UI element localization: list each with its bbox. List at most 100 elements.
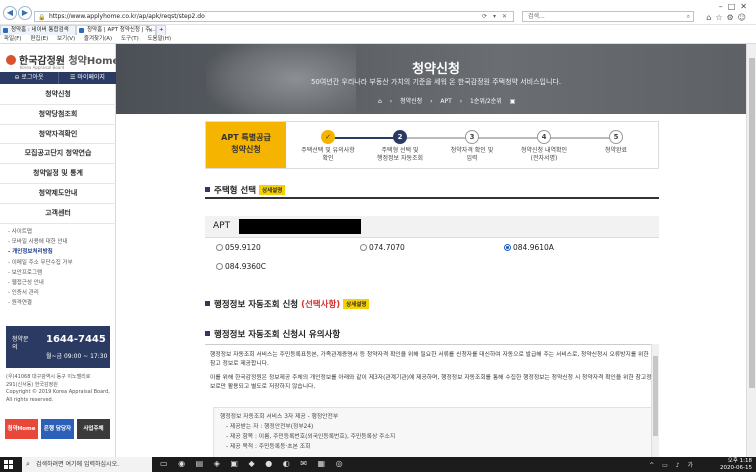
link-privacy[interactable]: - 개인정보처리방침 xyxy=(8,247,114,257)
breadcrumb-apt[interactable]: APT xyxy=(440,98,451,105)
link-accessibility[interactable]: - 웹접근성 안내 xyxy=(8,278,114,288)
refresh-icon[interactable]: ⟳ ▾ ✕ xyxy=(482,12,509,21)
breadcrumb-apply[interactable]: 청약신청 xyxy=(400,98,422,105)
cs-hours: 월~금 09:00 ~ 17:30 xyxy=(46,353,108,360)
system-tray-icons[interactable]: ^ ▭ ♪ 가 xyxy=(649,460,696,469)
housing-type-heading: 주택형 선택 상세설명 xyxy=(205,184,286,196)
notice-paragraph-2: 이를 위해 한국감정원은 정보제공 주체의 개인정보를 아래와 같이 제3자(관… xyxy=(210,375,652,390)
link-remote[interactable]: - 원격연결 xyxy=(8,298,114,308)
menu-edit[interactable]: 편집(E) xyxy=(30,36,48,42)
sidebar-item-support[interactable]: 고객센터 xyxy=(0,204,116,224)
notice-scroll-thumb[interactable] xyxy=(653,356,658,436)
footer-buttons: 청약Home 은행 담당자 사업주체 xyxy=(5,419,111,439)
lock-icon: 🔒 xyxy=(38,14,46,21)
step-3-dot: 3 xyxy=(465,130,479,144)
bullet-icon xyxy=(205,331,210,336)
housing-option-074[interactable]: 074.7070 xyxy=(360,243,405,252)
logo-mark-icon xyxy=(6,55,16,65)
window-controls[interactable]: –□✕ xyxy=(719,2,752,11)
business-button[interactable]: 사업주체 xyxy=(77,419,110,439)
menu-favorites[interactable]: 즐겨찾기(A) xyxy=(84,36,112,42)
link-certificate[interactable]: - 인증서 관리 xyxy=(8,288,114,298)
sidebar-menu: 청약신청 청약당첨조회 청약자격확인 모집공고단지 청약연습 청약일정 및 통계… xyxy=(0,85,116,224)
housing-option-084c[interactable]: 084.9360C xyxy=(216,262,266,271)
close-tab-icon[interactable]: × xyxy=(148,26,153,35)
footer-address: (우)41068 대구광역시 동구 이노밸리로 291(신서동) 한국감정원 C… xyxy=(6,374,110,403)
tab-naver[interactable]: 청약홈 : 네이버 통합검색 xyxy=(0,25,76,35)
housing-option-059[interactable]: 059.9120 xyxy=(216,243,261,252)
menu-tools[interactable]: 도구(T) xyxy=(121,36,139,42)
steps-label: APT 특별공급 청약신청 xyxy=(206,122,286,168)
link-security[interactable]: - 보안프로그램 xyxy=(8,268,114,278)
step-4-dot: 4 xyxy=(537,130,551,144)
notice-paragraph-1: 행정정보 자동조회 서비스는 주민등록표등본, 가족관계증명서 등 청약자격 확… xyxy=(210,352,649,367)
browser-address-row: ◀ ▶ 🔒 https://www.applyhome.co.kr/ap/apk… xyxy=(0,0,756,25)
radio-unchecked-icon[interactable] xyxy=(360,244,367,251)
forward-button[interactable]: ▶ xyxy=(18,6,32,20)
cs-label: 청약문의 xyxy=(12,336,29,351)
step-connector-done xyxy=(328,137,400,139)
address-bar[interactable]: 🔒 https://www.applyhome.co.kr/ap/apk/req… xyxy=(34,11,514,22)
mypage-button[interactable]: ☰ 마이페이지 xyxy=(58,72,116,84)
step-2-dot: 2 xyxy=(393,130,407,144)
sidebar-links: - 사이트맵 - 모바일 사용에 대한 안내 - 개인정보처리방침 - 이메일 … xyxy=(8,227,114,309)
url-text: https://www.applyhome.co.kr/ap/apk/reqst… xyxy=(49,13,205,20)
sidebar-item-eligibility[interactable]: 청약자격확인 xyxy=(0,125,116,145)
admin-detail-button[interactable]: 상세설명 xyxy=(343,299,370,309)
sidebar-item-practice[interactable]: 모집공고단지 청약연습 xyxy=(0,144,116,165)
browser-menu-bar: 파일(F) 편집(E) 보기(V) 즐겨찾기(A) 도구(T) 도움말(H) xyxy=(0,35,756,44)
tab-strip: 청약홈 : 네이버 통합검색 청약홈 | APT 청약신청 | 주... × + xyxy=(0,25,756,35)
page-scrollbar[interactable] xyxy=(746,44,756,457)
housing-option-084a[interactable]: 084.9610A xyxy=(504,243,554,252)
breadcrumb-rank[interactable]: 1순위/2순위 xyxy=(470,98,502,105)
customer-service-box: 청약문의 1644-7445 월~금 09:00 ~ 17:30 xyxy=(6,326,110,368)
new-tab-button[interactable]: + xyxy=(156,25,166,35)
sidebar-item-apply[interactable]: 청약신청 xyxy=(0,85,116,105)
applyhome-button[interactable]: 청약Home xyxy=(5,419,38,439)
browser-search-input[interactable]: 검색... ⌕ xyxy=(522,11,694,22)
logout-button[interactable]: ⊖ 로그아웃 xyxy=(0,72,58,84)
notice-panel[interactable]: 행정정보 자동조회 서비스는 주민등록표등본, 가족관계증명서 등 청약자격 확… xyxy=(205,344,658,457)
site-logo[interactable]: 한국감정원 청약Home xyxy=(6,52,119,67)
search-icon[interactable]: ⌕ xyxy=(687,12,690,21)
page-scroll-thumb[interactable] xyxy=(749,58,755,388)
tab-applyhome[interactable]: 청약홈 | APT 청약신청 | 주... × xyxy=(76,25,156,35)
step-connector-pending xyxy=(400,137,616,139)
link-sitemap[interactable]: - 사이트맵 xyxy=(8,227,114,237)
sidebar-item-win-check[interactable]: 청약당첨조회 xyxy=(0,105,116,125)
menu-help[interactable]: 도움말(H) xyxy=(147,36,171,42)
link-mobile[interactable]: - 모바일 사용에 대한 안내 xyxy=(8,237,114,247)
step-3-label: 청약자격 확인 및 입력 xyxy=(450,147,494,162)
bank-staff-button[interactable]: 은행 담당자 xyxy=(41,419,74,439)
taskbar-clock[interactable]: 오후 1:18 2020-06-15 xyxy=(720,458,752,471)
home-icon[interactable]: ⌂ xyxy=(378,98,382,105)
apt-label: APT xyxy=(213,221,231,231)
menu-view[interactable]: 보기(V) xyxy=(57,36,75,42)
taskbar-app-icons[interactable]: ▭ ◉ ▤ ◈ ▣ ◆ ● ◐ ✉ ▦ ◎ xyxy=(160,459,347,468)
windows-start-icon[interactable] xyxy=(4,460,13,469)
housing-detail-button[interactable]: 상세설명 xyxy=(259,185,286,195)
bullet-icon xyxy=(205,187,210,192)
sidebar-item-schedule[interactable]: 청약일정 및 통계 xyxy=(0,164,116,184)
step-1-label: 주택선택 및 유의사항 확인 xyxy=(301,147,355,162)
browser-tools-icons[interactable]: ⌂☆⚙☺ xyxy=(706,13,750,22)
radio-unchecked-icon[interactable] xyxy=(216,263,223,270)
rank-dropdown-icon[interactable]: ▣ xyxy=(510,98,516,105)
sidebar-item-guide[interactable]: 청약제도안내 xyxy=(0,184,116,204)
taskbar-search-input[interactable]: ⌕ 검색하려면 여기에 입력하십시오. xyxy=(22,457,152,472)
radio-unchecked-icon[interactable] xyxy=(216,244,223,251)
sidebar: 한국감정원 청약Home Korea Appraisal Board ⊖ 로그아… xyxy=(0,44,119,457)
page-title: 청약신청 xyxy=(412,62,460,77)
link-email-policy[interactable]: - 이메일 주소 무단수집 거부 xyxy=(8,258,114,268)
radio-checked-icon[interactable] xyxy=(504,244,511,251)
account-buttons: ⊖ 로그아웃 ☰ 마이페이지 xyxy=(0,72,116,84)
favicon-icon xyxy=(79,28,84,33)
cs-phone: 1644-7445 xyxy=(46,334,106,345)
page-subtitle: 50여년간 우리나라 부동산 가치의 기준을 세워 온 한국감정원 주택청약 서… xyxy=(310,78,562,86)
step-5-label: 청약완료 xyxy=(604,147,628,154)
menu-file[interactable]: 파일(F) xyxy=(4,36,22,42)
back-button[interactable]: ◀ xyxy=(3,6,17,20)
logo-subtitle: Korea Appraisal Board xyxy=(20,65,65,70)
admin-query-heading: 행정정보 자동조회 신청 (선택사항) 상세설명 xyxy=(205,298,370,310)
notice-scrollbar[interactable] xyxy=(651,344,659,457)
